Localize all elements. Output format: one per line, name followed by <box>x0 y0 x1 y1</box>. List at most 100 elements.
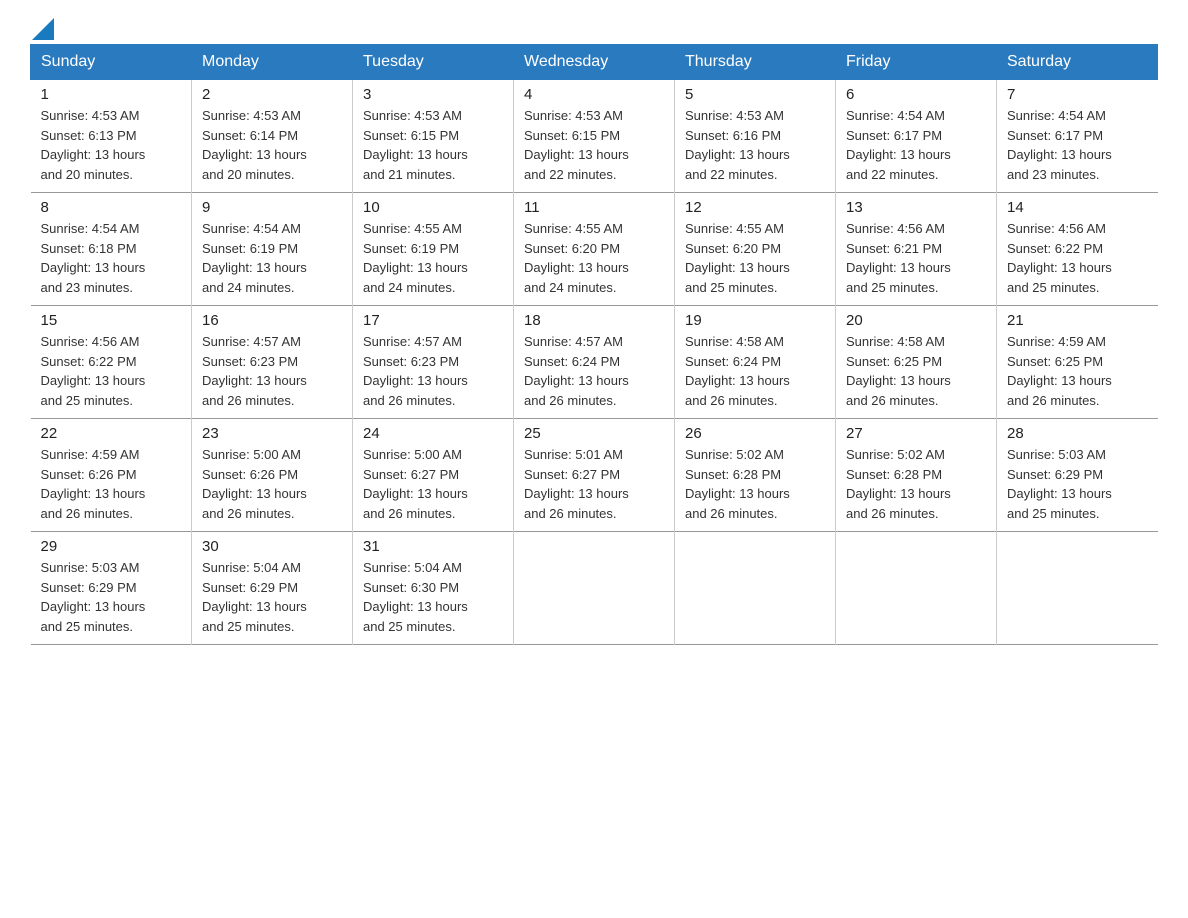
day-number: 8 <box>41 199 182 216</box>
week-row-4: 22 Sunrise: 4:59 AMSunset: 6:26 PMDayligh… <box>31 419 1158 532</box>
day-info: Sunrise: 4:58 AMSunset: 6:25 PMDaylight:… <box>846 332 986 410</box>
calendar-cell: 12 Sunrise: 4:55 AMSunset: 6:20 PMDayligh… <box>675 193 836 306</box>
day-info: Sunrise: 4:54 AMSunset: 6:18 PMDaylight:… <box>41 219 182 297</box>
day-info: Sunrise: 4:55 AMSunset: 6:20 PMDaylight:… <box>685 219 825 297</box>
day-number: 11 <box>524 199 664 216</box>
calendar-cell: 7 Sunrise: 4:54 AMSunset: 6:17 PMDaylight… <box>997 80 1158 193</box>
week-row-3: 15 Sunrise: 4:56 AMSunset: 6:22 PMDayligh… <box>31 306 1158 419</box>
day-number: 7 <box>1007 86 1148 103</box>
logo-triangle-icon <box>32 18 54 40</box>
day-number: 9 <box>202 199 342 216</box>
day-info: Sunrise: 4:59 AMSunset: 6:25 PMDaylight:… <box>1007 332 1148 410</box>
day-info: Sunrise: 5:02 AMSunset: 6:28 PMDaylight:… <box>846 445 986 523</box>
day-number: 3 <box>363 86 503 103</box>
day-number: 22 <box>41 425 182 442</box>
week-row-1: 1 Sunrise: 4:53 AMSunset: 6:13 PMDaylight… <box>31 80 1158 193</box>
page-header <box>30 20 1158 34</box>
day-number: 19 <box>685 312 825 329</box>
calendar-cell: 29 Sunrise: 5:03 AMSunset: 6:29 PMDayligh… <box>31 532 192 645</box>
calendar-cell: 26 Sunrise: 5:02 AMSunset: 6:28 PMDayligh… <box>675 419 836 532</box>
day-number: 27 <box>846 425 986 442</box>
calendar-cell: 18 Sunrise: 4:57 AMSunset: 6:24 PMDayligh… <box>514 306 675 419</box>
calendar-cell: 23Sunrise: 5:00 AMSunset: 6:26 PMDayligh… <box>192 419 353 532</box>
day-number: 1 <box>41 86 182 103</box>
day-number: 15 <box>41 312 182 329</box>
day-info: Sunrise: 4:56 AMSunset: 6:22 PMDaylight:… <box>1007 219 1148 297</box>
calendar-cell: 15 Sunrise: 4:56 AMSunset: 6:22 PMDayligh… <box>31 306 192 419</box>
day-number: 23 <box>202 425 342 442</box>
header-wednesday: Wednesday <box>514 45 675 80</box>
day-info: Sunrise: 4:53 AMSunset: 6:16 PMDaylight:… <box>685 106 825 184</box>
calendar-cell: 27 Sunrise: 5:02 AMSunset: 6:28 PMDayligh… <box>836 419 997 532</box>
day-number: 13 <box>846 199 986 216</box>
day-info: Sunrise: 4:53 AMSunset: 6:13 PMDaylight:… <box>41 106 182 184</box>
calendar-cell: 5 Sunrise: 4:53 AMSunset: 6:16 PMDaylight… <box>675 80 836 193</box>
header-tuesday: Tuesday <box>353 45 514 80</box>
calendar-cell: 28Sunrise: 5:03 AMSunset: 6:29 PMDayligh… <box>997 419 1158 532</box>
header-thursday: Thursday <box>675 45 836 80</box>
calendar-cell: 10 Sunrise: 4:55 AMSunset: 6:19 PMDayligh… <box>353 193 514 306</box>
day-info: Sunrise: 4:59 AMSunset: 6:26 PMDaylight:… <box>41 445 182 523</box>
day-info: Sunrise: 4:54 AMSunset: 6:17 PMDaylight:… <box>846 106 986 184</box>
day-info: Sunrise: 4:58 AMSunset: 6:24 PMDaylight:… <box>685 332 825 410</box>
day-info: Sunrise: 4:55 AMSunset: 6:19 PMDaylight:… <box>363 219 503 297</box>
calendar-cell: 31Sunrise: 5:04 AMSunset: 6:30 PMDayligh… <box>353 532 514 645</box>
week-row-5: 29 Sunrise: 5:03 AMSunset: 6:29 PMDayligh… <box>31 532 1158 645</box>
week-row-2: 8 Sunrise: 4:54 AMSunset: 6:18 PMDaylight… <box>31 193 1158 306</box>
day-number: 25 <box>524 425 664 442</box>
day-info: Sunrise: 4:53 AMSunset: 6:15 PMDaylight:… <box>363 106 503 184</box>
calendar-cell: 11 Sunrise: 4:55 AMSunset: 6:20 PMDayligh… <box>514 193 675 306</box>
calendar-cell: 8 Sunrise: 4:54 AMSunset: 6:18 PMDaylight… <box>31 193 192 306</box>
header-friday: Friday <box>836 45 997 80</box>
calendar-cell: 3 Sunrise: 4:53 AMSunset: 6:15 PMDaylight… <box>353 80 514 193</box>
day-info: Sunrise: 5:03 AMSunset: 6:29 PMDaylight:… <box>41 558 182 636</box>
calendar-cell: 21 Sunrise: 4:59 AMSunset: 6:25 PMDayligh… <box>997 306 1158 419</box>
day-number: 26 <box>685 425 825 442</box>
calendar-cell: 20 Sunrise: 4:58 AMSunset: 6:25 PMDayligh… <box>836 306 997 419</box>
calendar-cell: 9Sunrise: 4:54 AMSunset: 6:19 PMDaylight… <box>192 193 353 306</box>
calendar-table: SundayMondayTuesdayWednesdayThursdayFrid… <box>30 44 1158 645</box>
day-number: 24 <box>363 425 503 442</box>
day-number: 31 <box>363 538 503 555</box>
calendar-cell: 24Sunrise: 5:00 AMSunset: 6:27 PMDayligh… <box>353 419 514 532</box>
day-info: Sunrise: 4:57 AMSunset: 6:23 PMDaylight:… <box>202 332 342 410</box>
day-number: 21 <box>1007 312 1148 329</box>
day-info: Sunrise: 4:57 AMSunset: 6:24 PMDaylight:… <box>524 332 664 410</box>
calendar-cell <box>836 532 997 645</box>
logo <box>30 20 54 34</box>
day-info: Sunrise: 4:54 AMSunset: 6:17 PMDaylight:… <box>1007 106 1148 184</box>
day-number: 30 <box>202 538 342 555</box>
calendar-cell: 2 Sunrise: 4:53 AMSunset: 6:14 PMDaylight… <box>192 80 353 193</box>
day-info: Sunrise: 5:01 AMSunset: 6:27 PMDaylight:… <box>524 445 664 523</box>
day-info: Sunrise: 5:02 AMSunset: 6:28 PMDaylight:… <box>685 445 825 523</box>
day-info: Sunrise: 4:53 AMSunset: 6:14 PMDaylight:… <box>202 106 342 184</box>
calendar-cell: 13 Sunrise: 4:56 AMSunset: 6:21 PMDayligh… <box>836 193 997 306</box>
header-monday: Monday <box>192 45 353 80</box>
calendar-cell: 1 Sunrise: 4:53 AMSunset: 6:13 PMDaylight… <box>31 80 192 193</box>
calendar-cell: 16 Sunrise: 4:57 AMSunset: 6:23 PMDayligh… <box>192 306 353 419</box>
day-info: Sunrise: 4:57 AMSunset: 6:23 PMDaylight:… <box>363 332 503 410</box>
day-info: Sunrise: 5:03 AMSunset: 6:29 PMDaylight:… <box>1007 445 1148 523</box>
day-number: 17 <box>363 312 503 329</box>
calendar-cell: 19 Sunrise: 4:58 AMSunset: 6:24 PMDayligh… <box>675 306 836 419</box>
day-info: Sunrise: 5:04 AMSunset: 6:29 PMDaylight:… <box>202 558 342 636</box>
calendar-cell: 4Sunrise: 4:53 AMSunset: 6:15 PMDaylight… <box>514 80 675 193</box>
day-number: 10 <box>363 199 503 216</box>
day-number: 5 <box>685 86 825 103</box>
day-number: 20 <box>846 312 986 329</box>
header-saturday: Saturday <box>997 45 1158 80</box>
day-number: 2 <box>202 86 342 103</box>
day-info: Sunrise: 4:56 AMSunset: 6:22 PMDaylight:… <box>41 332 182 410</box>
day-number: 18 <box>524 312 664 329</box>
calendar-cell: 6 Sunrise: 4:54 AMSunset: 6:17 PMDaylight… <box>836 80 997 193</box>
day-info: Sunrise: 4:55 AMSunset: 6:20 PMDaylight:… <box>524 219 664 297</box>
calendar-cell <box>514 532 675 645</box>
day-number: 12 <box>685 199 825 216</box>
day-number: 6 <box>846 86 986 103</box>
day-number: 16 <box>202 312 342 329</box>
day-info: Sunrise: 4:56 AMSunset: 6:21 PMDaylight:… <box>846 219 986 297</box>
calendar-cell: 30 Sunrise: 5:04 AMSunset: 6:29 PMDayligh… <box>192 532 353 645</box>
calendar-cell: 17 Sunrise: 4:57 AMSunset: 6:23 PMDayligh… <box>353 306 514 419</box>
day-number: 29 <box>41 538 182 555</box>
calendar-cell <box>675 532 836 645</box>
